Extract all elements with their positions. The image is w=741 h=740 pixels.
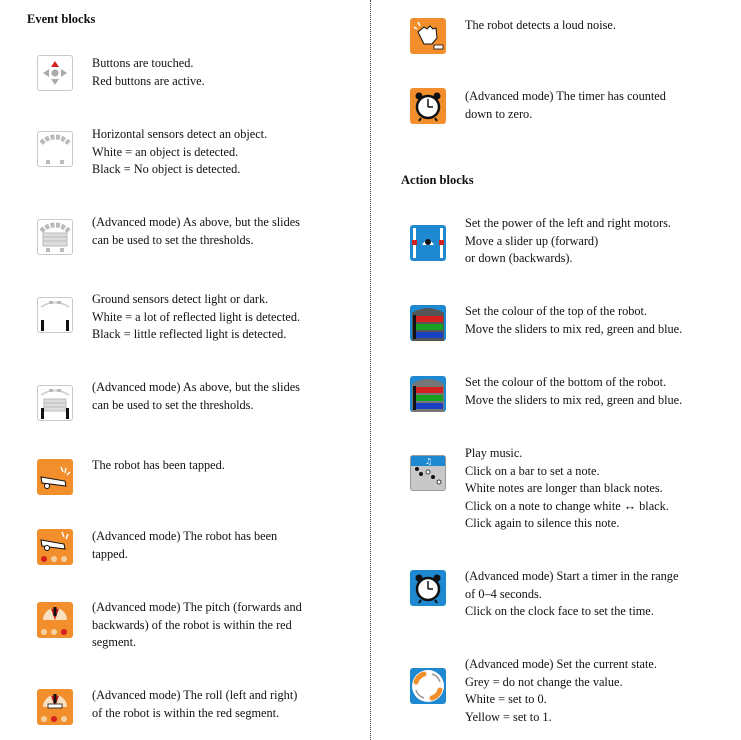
event-desc-4: (Advanced mode) As above, but the slides… (92, 380, 300, 412)
action-desc-0: Set the power of the left and right moto… (465, 216, 671, 265)
event-desc-1: Horizontal sensors detect an object. Whit… (92, 127, 268, 176)
ground-sensors-advanced-icon (37, 385, 73, 421)
music-icon: ♫ (410, 455, 446, 491)
action-desc-3: Play music. Click on a bar to set a note.… (465, 446, 669, 530)
svg-text:♫: ♫ (425, 457, 432, 466)
action-desc-4: (Advanced mode) Start a timer in the ran… (465, 569, 679, 618)
column-divider (370, 0, 371, 740)
ground-sensors-icon (37, 297, 73, 333)
loud-noise-icon (410, 18, 446, 54)
bottom-colour-icon (410, 376, 446, 412)
action-desc-1: Set the colour of the top of the robot. M… (465, 304, 683, 336)
timer-alarm-icon (410, 88, 446, 124)
action-desc-5: (Advanced mode) Set the current state. Gr… (465, 657, 657, 724)
state-icon (410, 668, 446, 704)
set-timer-icon (410, 570, 446, 606)
top-colour-icon (410, 305, 446, 341)
event-desc-9: The robot detects a loud noise. (465, 18, 616, 32)
event-desc-0: Buttons are touched. Red buttons are acti… (92, 56, 205, 88)
tap-icon (37, 459, 73, 495)
touch-buttons-icon (37, 55, 73, 91)
event-desc-7: (Advanced mode) The pitch (forwards and b… (92, 600, 302, 649)
pitch-icon (37, 602, 73, 638)
action-blocks-heading: Action blocks (401, 173, 474, 187)
event-desc-3: Ground sensors detect light or dark. Whit… (92, 292, 301, 341)
roll-icon (37, 689, 73, 725)
event-desc-10: (Advanced mode) The timer has counted dow… (465, 89, 666, 121)
action-desc-2: Set the colour of the bottom of the robo… (465, 375, 683, 407)
tap-advanced-icon (37, 529, 73, 565)
event-desc-2: (Advanced mode) As above, but the slides… (92, 215, 300, 247)
horizontal-sensors-advanced-icon (37, 219, 73, 255)
event-desc-6: (Advanced mode) The robot has been tapped… (92, 529, 278, 561)
event-desc-5: The robot has been tapped. (92, 458, 225, 472)
event-desc-8: (Advanced mode) The roll (left and right… (92, 688, 298, 720)
horizontal-sensors-icon (37, 131, 73, 167)
event-blocks-heading: Event blocks (27, 12, 96, 26)
motors-icon (410, 225, 446, 261)
